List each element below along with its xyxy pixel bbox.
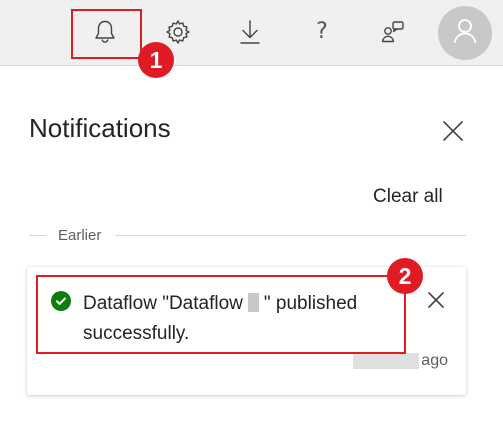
help-button[interactable]: ? bbox=[302, 10, 342, 54]
notification-timestamp: ago bbox=[353, 352, 448, 370]
question-mark-icon: ? bbox=[316, 19, 328, 44]
gear-icon bbox=[165, 19, 191, 45]
download-icon bbox=[239, 19, 261, 45]
redacted-time bbox=[353, 353, 420, 369]
person-icon bbox=[450, 16, 480, 51]
close-icon bbox=[443, 121, 463, 141]
step-1-highlight bbox=[71, 9, 142, 59]
close-icon bbox=[428, 292, 444, 308]
clear-all-button[interactable]: Clear all bbox=[373, 186, 443, 208]
step-2-badge: 2 bbox=[387, 258, 423, 294]
dismiss-notification-button[interactable] bbox=[426, 290, 446, 310]
panel-title: Notifications bbox=[29, 113, 171, 143]
close-panel-button[interactable] bbox=[441, 119, 465, 143]
notifications-panel: Notifications Clear all Earlier Dataflow… bbox=[0, 67, 503, 438]
section-divider-right bbox=[115, 235, 466, 236]
section-divider-left bbox=[29, 235, 46, 236]
download-button[interactable] bbox=[230, 10, 270, 54]
feedback-button[interactable] bbox=[373, 10, 413, 54]
section-label-earlier: Earlier bbox=[58, 227, 102, 244]
feedback-icon bbox=[380, 19, 406, 45]
step-1-badge: 1 bbox=[138, 42, 174, 78]
step-2-highlight bbox=[36, 275, 406, 354]
account-avatar-button[interactable] bbox=[438, 6, 492, 60]
time-suffix: ago bbox=[421, 352, 448, 369]
